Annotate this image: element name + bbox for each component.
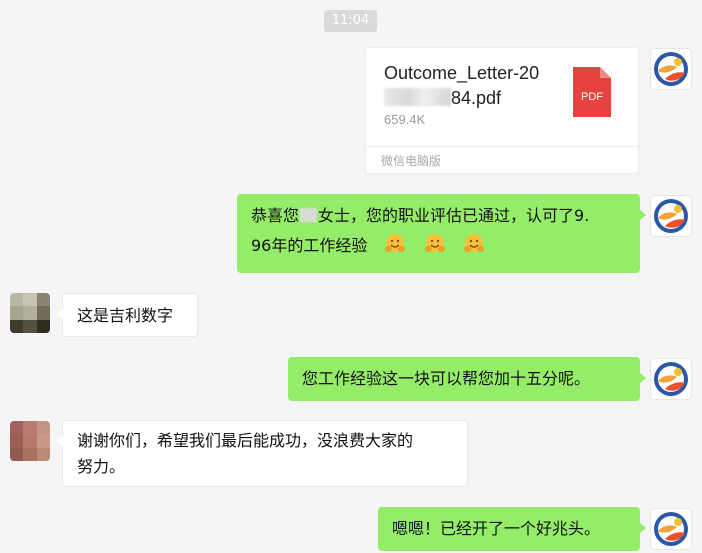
message-bubble-sent[interactable]: 恭喜您 女士，您的职业评估已通过，认可了9. 96年的工作经验 xyxy=(237,194,646,273)
file-card-divider xyxy=(366,146,638,147)
company-logo-icon xyxy=(654,52,688,86)
message-bubble-received[interactable]: 谢谢你们，希望我们最后能成功，没浪费大家的 努力。 xyxy=(56,420,468,487)
message-text: 女士，您的职业评估已通过，认可了9. xyxy=(318,206,590,225)
company-logo-icon xyxy=(654,199,688,233)
message-text: 96年的工作经验 xyxy=(251,236,368,255)
timestamp: 11:04 xyxy=(324,10,377,32)
hugging-face-icon xyxy=(424,234,445,252)
file-name: Outcome_Letter-20 84.pdf xyxy=(384,63,540,108)
message-bubble-sent[interactable]: 您工作经验这一块可以帮您加十五分呢。 xyxy=(288,357,646,401)
hugging-face-icon xyxy=(385,234,406,252)
redacted-name xyxy=(300,208,318,222)
pdf-file-icon: PDF xyxy=(573,67,611,117)
sender-avatar[interactable] xyxy=(651,509,691,549)
pdf-icon-label: PDF xyxy=(581,91,603,103)
contact-avatar[interactable] xyxy=(10,421,50,461)
message-bubble-sent[interactable]: 嗯嗯！已经开了一个好兆头。 xyxy=(378,507,646,551)
sender-avatar[interactable] xyxy=(651,196,691,236)
message-text: 嗯嗯！已经开了一个好兆头。 xyxy=(392,519,601,538)
sender-avatar[interactable] xyxy=(651,49,691,89)
message-text: 这是吉利数字 xyxy=(77,306,174,325)
message-text: 您工作经验这一块可以帮您加十五分呢。 xyxy=(302,369,591,388)
message-text: 谢谢你们，希望我们最后能成功，没浪费大家的 xyxy=(77,431,414,450)
message-bubble-received[interactable]: 这是吉利数字 xyxy=(56,293,198,337)
redacted-filename-part xyxy=(384,88,451,106)
message-text: 恭喜您 xyxy=(251,206,300,225)
hugging-face-icon xyxy=(463,234,484,252)
file-size: 659.4K xyxy=(384,112,426,127)
contact-avatar[interactable] xyxy=(10,293,50,333)
file-source-label: 微信电脑版 xyxy=(381,154,442,168)
sender-avatar[interactable] xyxy=(651,359,691,399)
file-message-card[interactable]: Outcome_Letter-20 84.pdf PDF 659.4K 微信电脑… xyxy=(365,47,639,174)
message-text: 努力。 xyxy=(77,457,126,476)
company-logo-icon xyxy=(654,512,688,546)
company-logo-icon xyxy=(654,362,688,396)
